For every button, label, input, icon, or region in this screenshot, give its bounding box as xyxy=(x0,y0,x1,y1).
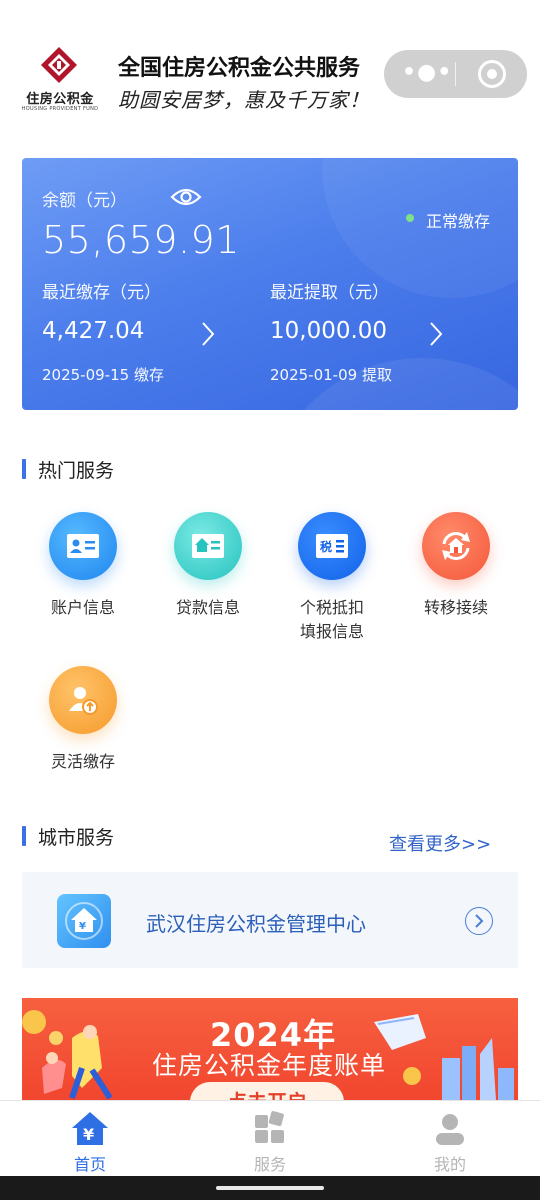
chevron-right-icon[interactable] xyxy=(200,321,216,347)
service-account-info[interactable]: 账户信息 xyxy=(23,512,143,620)
service-label: 转移接续 xyxy=(423,598,488,617)
banner-text: 住房公积金年度账单 xyxy=(152,1051,387,1080)
tab-mine[interactable]: 我的 xyxy=(360,1101,540,1177)
transfer-icon xyxy=(422,512,490,580)
eye-icon[interactable] xyxy=(170,186,202,208)
user-icon xyxy=(430,1109,470,1149)
balance-value: 55,659.91 xyxy=(42,218,240,262)
open-bill-button[interactable]: 点击开启 xyxy=(190,1082,344,1100)
service-label: 灵活缴存 xyxy=(50,752,115,771)
logo-mark-icon xyxy=(41,47,77,83)
logo-subtext: HOUSING PROVIDENT FUND xyxy=(21,106,99,112)
service-tax-deduction[interactable]: 税 个税抵扣 填报信息 xyxy=(272,512,392,644)
status-dot xyxy=(406,214,414,222)
recent-deposit-value[interactable]: 4,427.04 xyxy=(42,318,144,344)
svg-text:税: 税 xyxy=(320,539,332,554)
hot-services-title: 热门服务 xyxy=(22,456,114,483)
service-transfer[interactable]: 转移接续 xyxy=(396,512,516,620)
home-indicator[interactable] xyxy=(216,1186,324,1190)
loan-house-icon xyxy=(174,512,242,580)
bottom-tab-bar: ¥ 首页 服务 我的 xyxy=(0,1100,540,1176)
app-slogan: 助圆安居梦，惠及千万家！ xyxy=(118,88,370,112)
recent-deposit-label: 最近缴存（元） xyxy=(42,283,161,303)
service-label-line2: 填报信息 xyxy=(299,622,364,641)
flexible-deposit-icon xyxy=(49,666,117,734)
chevron-right-icon[interactable] xyxy=(428,321,444,347)
miniprogram-capsule: •●• xyxy=(384,50,527,98)
housing-fund-logo: 住房公积金 HOUSING PROVIDENT FUND xyxy=(18,44,100,114)
tax-icon: 税 xyxy=(298,512,366,580)
logo-text: 住房公积金 xyxy=(26,92,94,107)
recent-deposit-date: 2025-09-15 缴存 xyxy=(42,366,164,384)
city-center-icon: ¥ xyxy=(57,894,111,948)
city-service-item[interactable]: ¥ 武汉住房公积金管理中心 xyxy=(22,872,518,968)
account-card-icon xyxy=(49,512,117,580)
account-status: 正常缴存 xyxy=(425,212,490,231)
capsule-divider xyxy=(455,62,456,86)
recent-withdraw-date: 2025-01-09 提取 xyxy=(270,366,392,384)
service-loan-info[interactable]: 贷款信息 xyxy=(148,512,268,620)
city-center-name: 武汉住房公积金管理中心 xyxy=(146,912,366,936)
balance-label: 余额（元） xyxy=(42,191,127,211)
service-label: 账户信息 xyxy=(50,598,115,617)
system-navigation-bar xyxy=(0,1176,540,1200)
more-dots-icon[interactable]: •●• xyxy=(402,60,451,88)
svg-text:¥: ¥ xyxy=(83,1125,94,1144)
tab-label: 服务 xyxy=(253,1155,286,1174)
service-label: 贷款信息 xyxy=(175,598,240,617)
view-more-link[interactable]: 查看更多>> xyxy=(389,830,491,856)
tab-label: 首页 xyxy=(73,1155,106,1174)
service-label-line1: 个税抵扣 xyxy=(299,598,364,617)
tab-home[interactable]: ¥ 首页 xyxy=(0,1101,180,1177)
home-yuan-icon: ¥ xyxy=(70,1109,110,1149)
chevron-right-icon[interactable] xyxy=(465,907,493,935)
service-label: 个税抵扣 填报信息 xyxy=(272,596,392,644)
grid-icon xyxy=(250,1109,290,1149)
recent-withdraw-label: 最近提取（元） xyxy=(270,283,389,303)
target-icon[interactable] xyxy=(478,60,506,88)
annual-bill-banner[interactable]: 2024年 住房公积金年度账单 点击开启 xyxy=(22,998,518,1100)
city-services-title: 城市服务 xyxy=(22,823,114,850)
balance-card: 余额（元） 正常缴存 55,659.91 最近缴存（元） 4,427.04 20… xyxy=(22,158,518,410)
tab-label: 我的 xyxy=(433,1155,466,1174)
tab-services[interactable]: 服务 xyxy=(180,1101,360,1177)
svg-text:¥: ¥ xyxy=(79,921,86,932)
service-flexible-deposit[interactable]: 灵活缴存 xyxy=(23,666,143,774)
app-header: 住房公积金 HOUSING PROVIDENT FUND 全国住房公积金公共服务… xyxy=(0,0,540,130)
app-title: 全国住房公积金公共服务 xyxy=(118,55,361,81)
recent-withdraw-value[interactable]: 10,000.00 xyxy=(270,318,387,344)
